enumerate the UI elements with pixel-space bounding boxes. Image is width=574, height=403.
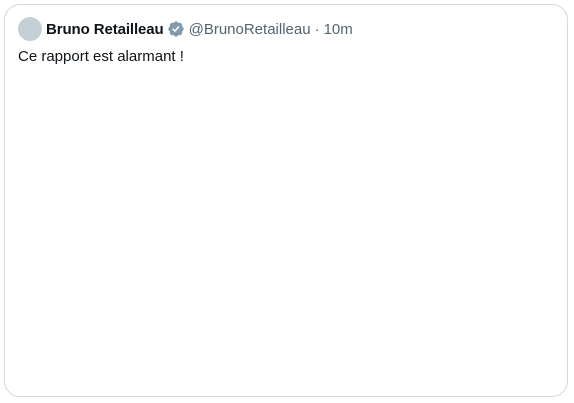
post-text: Ce rapport est alarmant ! xyxy=(18,48,184,65)
post-header: Bruno Retailleau @BrunoRetailleau · 10m xyxy=(18,17,353,41)
separator-dot: · xyxy=(314,20,320,38)
author-handle[interactable]: @BrunoRetailleau xyxy=(189,21,311,38)
post-card[interactable]: Bruno Retailleau @BrunoRetailleau · 10m … xyxy=(4,4,568,397)
avatar[interactable] xyxy=(18,17,42,41)
author-name[interactable]: Bruno Retailleau xyxy=(46,21,164,38)
verified-badge-icon xyxy=(167,20,185,38)
post-timestamp[interactable]: 10m xyxy=(324,21,353,38)
